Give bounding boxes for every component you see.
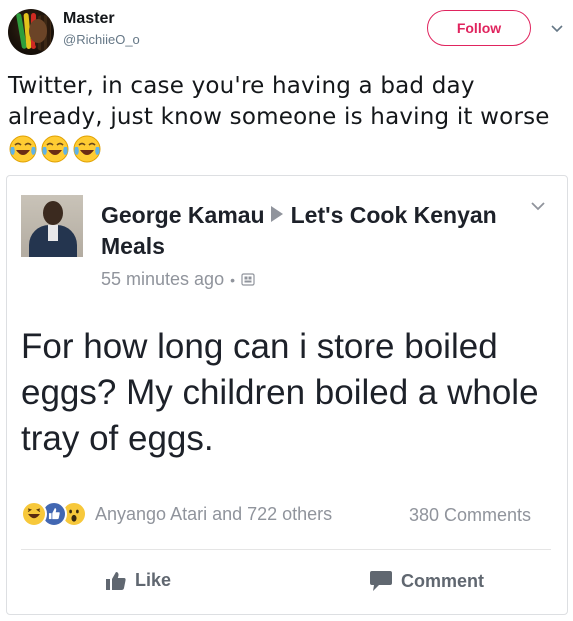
- group-privacy-icon: [241, 273, 255, 286]
- speech-bubble-icon: [370, 571, 392, 591]
- follow-button[interactable]: Follow: [427, 10, 531, 46]
- fb-author-name[interactable]: George Kamau: [101, 202, 265, 228]
- divider: [21, 549, 551, 550]
- chevron-down-icon[interactable]: [551, 24, 563, 34]
- reactions-summary[interactable]: Anyango Atari and 722 others: [21, 501, 332, 527]
- thumbs-up-icon: [106, 571, 126, 590]
- fb-post-title: George Kamau Let's Cook Kenyan Meals: [101, 200, 521, 262]
- fb-like-button[interactable]: Like: [105, 570, 171, 591]
- fb-author-avatar[interactable]: [21, 195, 83, 257]
- fb-comment-button[interactable]: Comment: [369, 570, 484, 592]
- tears-of-joy-emoji-icon: [73, 135, 101, 163]
- embedded-facebook-post[interactable]: George Kamau Let's Cook Kenyan Meals 55 m…: [6, 175, 568, 615]
- fb-post-meta: 55 minutes ago •: [101, 269, 255, 290]
- fb-timestamp[interactable]: 55 minutes ago: [101, 269, 224, 290]
- tears-of-joy-emoji-icon: [41, 135, 69, 163]
- author-handle[interactable]: @RichiieO_o: [63, 32, 140, 47]
- tears-of-joy-emoji-icon: [9, 135, 37, 163]
- haha-reaction-icon: [21, 501, 47, 527]
- right-triangle-icon: [270, 206, 283, 222]
- chevron-down-icon[interactable]: [530, 201, 546, 211]
- author-avatar[interactable]: [8, 9, 54, 55]
- emoji-row: [8, 134, 102, 164]
- comments-count[interactable]: 380 Comments: [409, 505, 531, 526]
- fb-like-label: Like: [135, 570, 172, 590]
- reaction-names[interactable]: Anyango Atari and 722 others: [95, 504, 332, 525]
- fb-post-body: For how long can i store boiled eggs? My…: [21, 327, 539, 458]
- tweet-text: Twitter, in case you're having a bad day…: [8, 73, 550, 130]
- fb-comment-label: Comment: [401, 570, 485, 591]
- author-name[interactable]: Master: [63, 10, 115, 28]
- separator-dot: •: [230, 271, 235, 288]
